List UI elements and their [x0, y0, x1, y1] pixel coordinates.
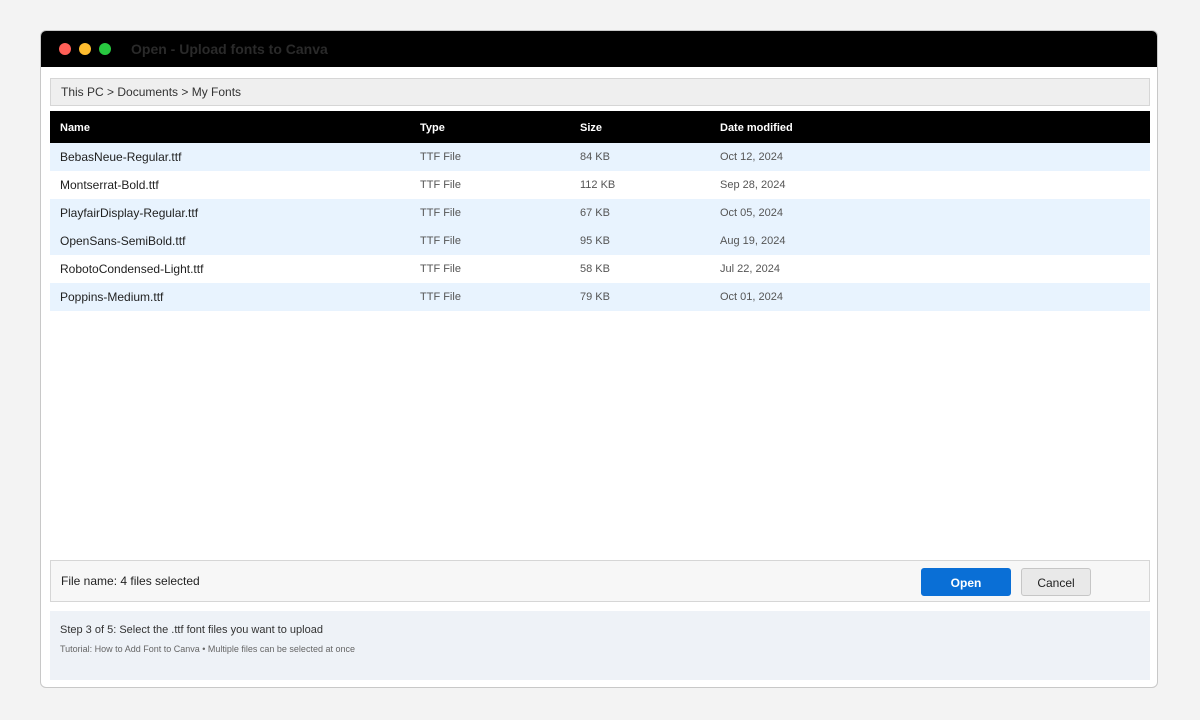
open-button[interactable]: Open [921, 568, 1011, 596]
file-size: 67 KB [580, 207, 610, 219]
file-type: TTF File [420, 263, 461, 275]
column-header-name[interactable]: Name [60, 111, 90, 145]
file-row[interactable]: PlayfairDisplay-Regular.ttf TTF File 67 … [50, 199, 1150, 227]
column-header-type[interactable]: Type [420, 111, 445, 145]
file-type: TTF File [420, 179, 461, 191]
file-list: Name Type Size Date modified BebasNeue-R… [50, 111, 1150, 311]
file-size: 112 KB [580, 179, 616, 191]
file-open-dialog: Open - Upload fonts to Canva This PC > D… [40, 30, 1158, 688]
file-date-modified: Oct 12, 2024 [720, 151, 783, 163]
maximize-window-icon[interactable] [99, 43, 111, 55]
file-name: OpenSans-SemiBold.ttf [60, 234, 186, 248]
file-type: TTF File [420, 207, 461, 219]
file-date-modified: Oct 05, 2024 [720, 207, 783, 219]
file-size: 84 KB [580, 151, 610, 163]
file-type: TTF File [420, 291, 461, 303]
tutorial-note: Tutorial: How to Add Font to Canva • Mul… [60, 644, 355, 654]
step-instruction: Step 3 of 5: Select the .ttf font files … [60, 624, 323, 636]
cancel-button[interactable]: Cancel [1021, 568, 1091, 596]
file-list-header: Name Type Size Date modified [50, 111, 1150, 143]
file-size: 58 KB [580, 263, 610, 275]
file-row[interactable]: BebasNeue-Regular.ttf TTF File 84 KB Oct… [50, 143, 1150, 171]
file-date-modified: Sep 28, 2024 [720, 179, 786, 191]
file-row[interactable]: Poppins-Medium.ttf TTF File 79 KB Oct 01… [50, 283, 1150, 311]
column-header-date-modified[interactable]: Date modified [720, 111, 793, 145]
file-name: RobotoCondensed-Light.ttf [60, 262, 204, 276]
file-date-modified: Oct 01, 2024 [720, 291, 783, 303]
file-name: Poppins-Medium.ttf [60, 290, 164, 304]
tutorial-info-panel: Step 3 of 5: Select the .ttf font files … [50, 611, 1150, 680]
file-row[interactable]: RobotoCondensed-Light.ttf TTF File 58 KB… [50, 255, 1150, 283]
dialog-footer: File name: 4 files selected Open Cancel [50, 560, 1150, 602]
file-name-field[interactable]: File name: 4 files selected [61, 561, 200, 601]
file-date-modified: Aug 19, 2024 [720, 235, 786, 247]
file-row[interactable]: OpenSans-SemiBold.ttf TTF File 95 KB Aug… [50, 227, 1150, 255]
file-size: 95 KB [580, 235, 610, 247]
minimize-window-icon[interactable] [79, 43, 91, 55]
file-name: PlayfairDisplay-Regular.ttf [60, 206, 199, 220]
file-size: 79 KB [580, 291, 610, 303]
window-title: Open - Upload fonts to Canva [131, 41, 328, 57]
title-bar: Open - Upload fonts to Canva [41, 31, 1157, 67]
breadcrumb[interactable]: This PC > Documents > My Fonts [50, 78, 1150, 106]
file-name: BebasNeue-Regular.ttf [60, 150, 182, 164]
close-window-icon[interactable] [59, 43, 71, 55]
column-header-size[interactable]: Size [580, 111, 602, 145]
file-type: TTF File [420, 151, 461, 163]
file-name: Montserrat-Bold.ttf [60, 178, 159, 192]
file-date-modified: Jul 22, 2024 [720, 263, 780, 275]
file-type: TTF File [420, 235, 461, 247]
file-row[interactable]: Montserrat-Bold.ttf TTF File 112 KB Sep … [50, 171, 1150, 199]
